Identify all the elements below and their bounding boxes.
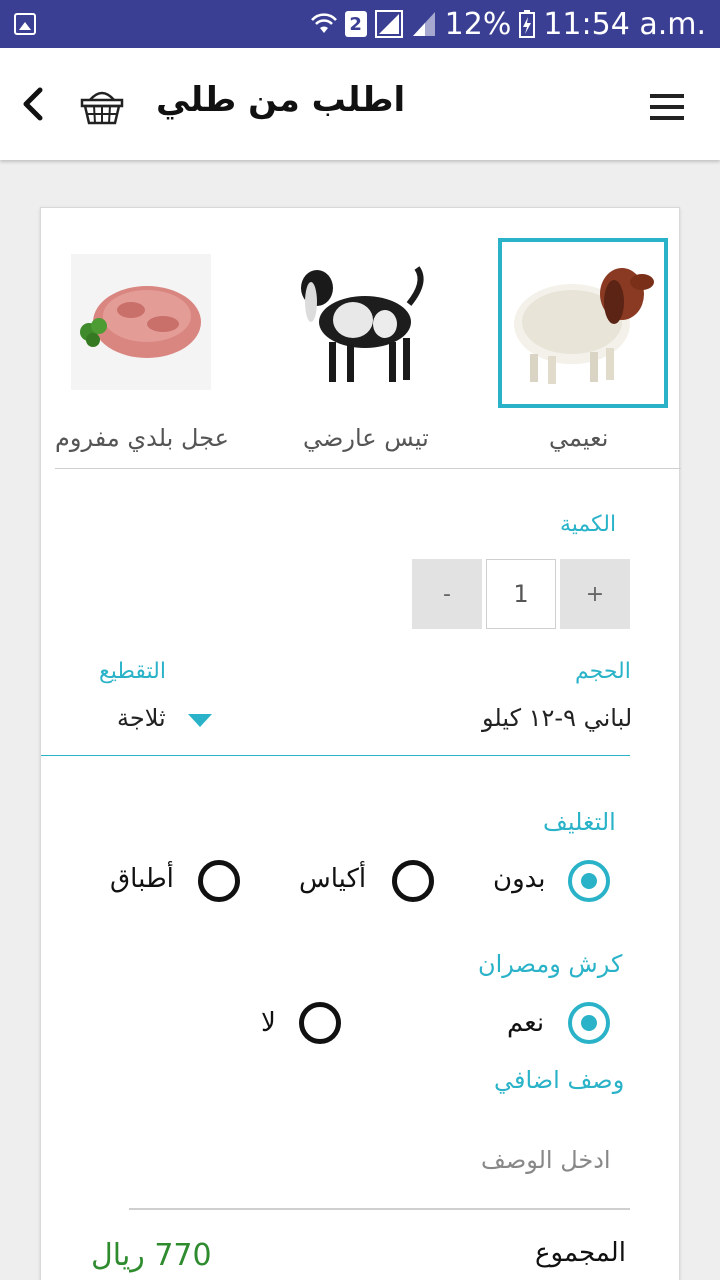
battery-icon [519, 10, 536, 38]
quantity-label: الكمية [560, 512, 617, 537]
packaging-option-bags[interactable]: أكياس [299, 864, 366, 894]
naimi-sheep-image [498, 238, 668, 408]
tripe-radio-no[interactable] [299, 1002, 341, 1044]
cutting-select[interactable]: ثلاجة [117, 704, 166, 732]
back-chevron-icon[interactable] [16, 82, 52, 126]
quantity-minus-button[interactable]: - [412, 559, 482, 629]
field-underline [41, 755, 630, 756]
wifi-icon [310, 13, 337, 33]
packaging-radio-bags[interactable] [392, 860, 434, 902]
extra-description-label: وصف اضافي [494, 1066, 625, 1094]
tripe-radio-yes[interactable] [568, 1002, 610, 1044]
status-icons: 2 12% 11:54 a.m. [310, 6, 706, 42]
total-price: 770 ريال [91, 1238, 212, 1273]
product-name: نعيمي [549, 424, 609, 452]
clock: 11:54 a.m. [543, 6, 706, 42]
tripe-option-yes[interactable]: نعم [507, 1008, 544, 1038]
tripe-label: كرش ومصران [478, 950, 623, 978]
menu-icon[interactable] [650, 94, 684, 120]
page-title: اطلب من طلي [156, 80, 406, 120]
signal-bars-icon [412, 12, 435, 36]
packaging-radio-plates[interactable] [198, 860, 240, 902]
packaging-label: التغليف [543, 808, 616, 836]
packaging-radio-none[interactable] [568, 860, 610, 902]
quantity-plus-button[interactable]: + [560, 559, 630, 629]
total-label: المجموع [535, 1238, 626, 1268]
tripe-option-no[interactable]: لا [261, 1008, 276, 1038]
goat-image [293, 252, 433, 392]
size-label: الحجم [575, 659, 631, 684]
basket-icon[interactable] [80, 86, 124, 126]
dropdown-arrow-icon[interactable] [188, 714, 212, 728]
status-bar: 2 12% 11:54 a.m. [0, 0, 720, 48]
packaging-option-plates[interactable]: أطباق [110, 864, 174, 894]
gallery-icon [14, 13, 36, 35]
battery-percent: 12% [444, 6, 512, 42]
divider [55, 468, 681, 469]
input-underline [129, 1208, 630, 1210]
description-input[interactable]: ادخل الوصف [481, 1146, 611, 1174]
product-name: تيس عارضي [303, 424, 429, 452]
app-bar: اطلب من طلي [0, 48, 720, 160]
minced-meat-image [71, 254, 211, 390]
cutting-label: التقطيع [99, 659, 166, 684]
packaging-option-none[interactable]: بدون [493, 864, 546, 894]
product-name: عجل بلدي مفروم [55, 424, 229, 452]
signal-icon [374, 10, 403, 38]
size-value[interactable]: لباني ٩-١٢ كيلو [482, 704, 632, 732]
order-card: نعيمي تيس عارضي عجل بلدي مفروم الكمية + … [40, 207, 681, 1280]
sim-icon: 2 [344, 11, 367, 37]
quantity-value[interactable]: 1 [486, 559, 556, 629]
